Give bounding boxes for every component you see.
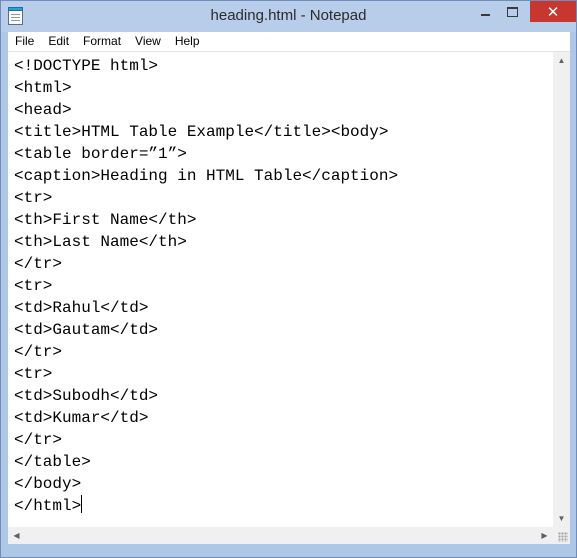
code-line: </tr> [14,255,63,273]
maximize-icon [507,6,518,17]
menu-help[interactable]: Help [168,32,207,51]
code-line: </tr> [14,431,63,449]
code-line: <title>HTML Table Example</title><body> [14,123,389,141]
code-line: <th>Last Name</th> [14,233,187,251]
menu-edit[interactable]: Edit [41,32,76,51]
code-line: <caption>Heading in HTML Table</caption> [14,167,399,185]
code-line: <tr> [14,189,53,207]
scroll-up-arrow-icon[interactable]: ▲ [553,52,570,69]
code-line: <th>First Name</th> [14,211,197,229]
code-line: </body> [14,475,82,493]
minimize-button[interactable] [472,1,499,22]
text-editor[interactable]: <!DOCTYPE html> <html> <head> <title>HTML T… [8,52,553,527]
close-button[interactable]: ✕ [530,1,576,22]
code-line: <html> [14,79,72,97]
scroll-right-arrow-icon[interactable]: ▶ [536,527,553,544]
minimize-icon [481,13,490,16]
vertical-scrollbar[interactable]: ▲ ▼ [553,52,570,527]
scroll-left-arrow-icon[interactable]: ◀ [8,527,25,544]
resize-grip-icon[interactable] [558,532,568,542]
maximize-button[interactable] [499,1,526,22]
code-line: <td>Gautam</td> [14,321,159,339]
code-line: </tr> [14,343,63,361]
horizontal-scrollbar[interactable]: ◀ ▶ [8,527,553,544]
menu-file[interactable]: File [8,32,41,51]
resize-corner[interactable] [553,527,570,544]
code-line: <td>Kumar</td> [14,409,149,427]
code-line: <head> [14,101,72,119]
title-bar[interactable]: heading.html - Notepad ✕ [1,1,576,32]
notepad-window: heading.html - Notepad ✕ File Edit Forma… [0,0,577,558]
code-line: <tr> [14,277,53,295]
window-bottom-border [1,544,576,557]
code-line: <td>Rahul</td> [14,299,149,317]
text-cursor [81,495,83,513]
code-line-last: </html> [14,495,553,517]
editor-content[interactable]: <!DOCTYPE html> <html> <head> <title>HTML T… [8,52,553,517]
code-line: </table> [14,453,91,471]
code-line: </html> [14,497,82,515]
scroll-down-arrow-icon[interactable]: ▼ [553,510,570,527]
close-icon: ✕ [546,3,560,21]
code-line: <table border=”1”> [14,145,187,163]
code-line: <!DOCTYPE html> [14,57,159,75]
code-line: <td>Subodh</td> [14,387,159,405]
code-line: <tr> [14,365,53,383]
menu-format[interactable]: Format [76,32,128,51]
menu-bar: File Edit Format View Help [8,32,570,52]
menu-view[interactable]: View [128,32,168,51]
